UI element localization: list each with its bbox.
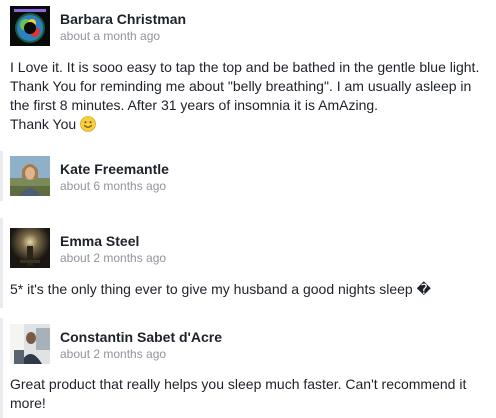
review-text-line: the first 8 minutes. After 31 years of i… [10, 97, 379, 113]
avatar[interactable] [10, 6, 50, 46]
timestamp[interactable]: about 6 months ago [60, 179, 166, 193]
author-name[interactable]: Constantin Sabet d'Acre [60, 329, 222, 345]
timestamp[interactable]: about 2 months ago [60, 251, 166, 265]
avatar[interactable] [10, 156, 50, 196]
review-text-line: I Love it. It is sooo easy to tap the to… [10, 59, 480, 75]
review-text-line: Great product that really helps you slee… [10, 376, 467, 392]
author-name[interactable]: Barbara Christman [60, 11, 186, 27]
timestamp[interactable]: about 2 months ago [60, 347, 166, 361]
review-text-line: Thank You [10, 115, 490, 134]
author-name[interactable]: Emma Steel [60, 233, 139, 249]
smiley-emoji-icon [80, 116, 96, 132]
review-text: Great product that really helps you slee… [10, 375, 490, 413]
thread-line [0, 318, 3, 418]
avatar[interactable] [10, 228, 50, 268]
review-text: 5* it's the only thing ever to give my h… [10, 280, 490, 299]
review-text-line: more! [10, 395, 46, 411]
review-text-line: 5* it's the only thing ever to give my h… [10, 281, 431, 297]
avatar[interactable] [10, 324, 50, 364]
thank-you-text: Thank You [10, 116, 77, 132]
author-name[interactable]: Kate Freemantle [60, 161, 169, 177]
review-text: I Love it. It is sooo easy to tap the to… [10, 58, 490, 134]
timestamp[interactable]: about a month ago [60, 29, 160, 43]
review-text-line: Thank You for reminding me about "belly … [10, 78, 472, 94]
thread-line [0, 218, 3, 308]
thread-line [0, 151, 3, 201]
